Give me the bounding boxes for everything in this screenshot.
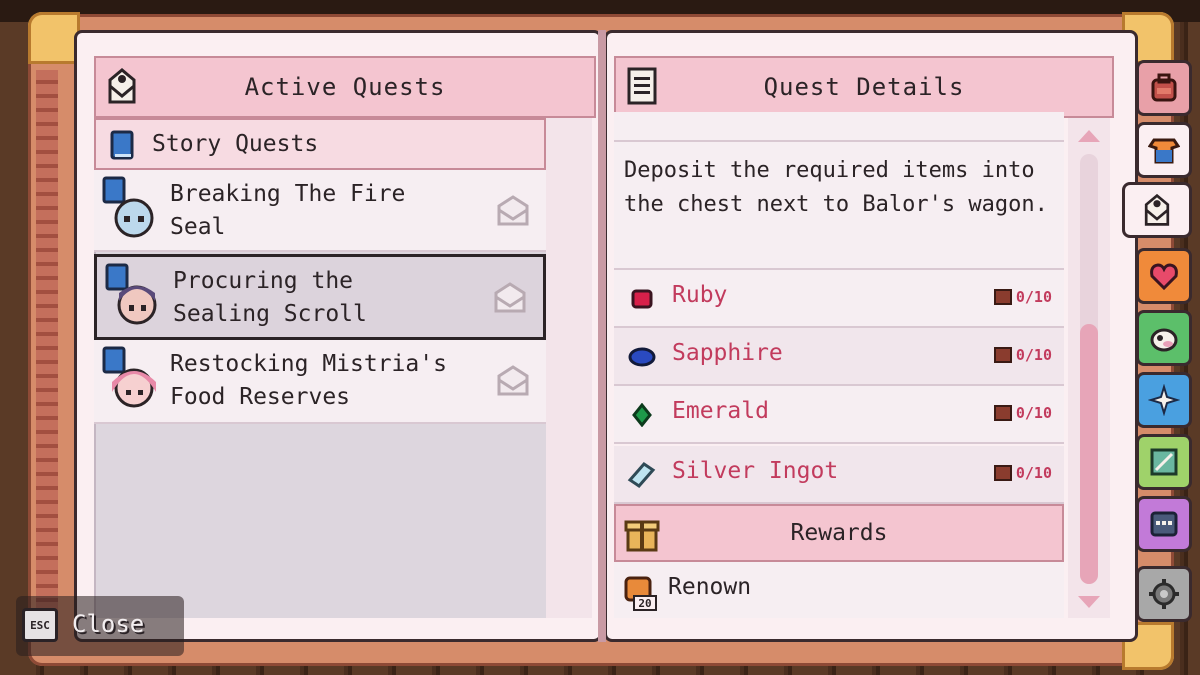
item-count-value: 0/10	[1015, 288, 1052, 306]
tab-relationships[interactable]	[1136, 248, 1192, 304]
quest-item-procuring-the-sealing-scroll[interactable]: Procuring the Sealing Scroll	[94, 254, 546, 340]
silver-ingot-icon	[627, 462, 656, 488]
close-label: Close	[72, 610, 145, 638]
scroll-down-arrow-icon[interactable]	[1078, 596, 1100, 608]
map-icon	[1150, 448, 1178, 476]
quest-title-line1: Procuring the	[173, 268, 354, 294]
item-name: Silver Ingot	[672, 458, 839, 484]
journal-icon	[1150, 511, 1178, 537]
document-icon	[627, 67, 657, 105]
item-name: Emerald	[672, 398, 769, 424]
details-scrollbar[interactable]	[1068, 118, 1110, 618]
quest-scroll-icon	[108, 68, 136, 104]
category-label: Story Quests	[152, 131, 319, 157]
menu-tabs	[1122, 56, 1198, 636]
quest-giver-avatar	[102, 346, 156, 408]
renown-icon: 20	[624, 576, 657, 611]
quest-list-scroll-area	[546, 118, 592, 618]
item-count: 0/10	[993, 464, 1052, 482]
rewards-title: Rewards	[790, 520, 888, 546]
quest-title-line2: Sealing Scroll	[173, 301, 367, 327]
active-quests-header: Active Quests	[94, 56, 596, 118]
book-spine	[598, 30, 606, 642]
chest-icon	[993, 405, 1012, 421]
item-count: 0/10	[993, 346, 1052, 364]
item-count: 0/10	[993, 404, 1052, 422]
quest-title-line2: Food Reserves	[170, 384, 351, 410]
quest-description: Deposit the required items into the ches…	[614, 142, 1064, 270]
esc-key-icon: ESC	[22, 608, 58, 642]
quest-details-title: Quest Details	[763, 73, 965, 101]
envelope-icon	[497, 365, 529, 396]
tab-skills[interactable]	[1136, 372, 1192, 428]
sapphire-icon	[628, 347, 656, 367]
envelope-icon	[497, 195, 529, 226]
quest-details-header: Quest Details	[614, 56, 1114, 118]
description-scrolled-edge	[614, 112, 1064, 142]
book-icon	[110, 130, 134, 160]
close-hint[interactable]: ESC Close	[16, 596, 184, 656]
settings-icon	[1149, 579, 1179, 609]
tab-animals[interactable]	[1136, 310, 1192, 366]
item-count-value: 0/10	[1015, 346, 1052, 364]
reward-renown: 20 Renown	[614, 562, 1064, 618]
ruby-icon	[631, 289, 653, 309]
scroll-up-arrow-icon[interactable]	[1078, 130, 1100, 142]
tab-settings[interactable]	[1136, 566, 1192, 622]
envelope-icon	[494, 282, 526, 313]
renown-amount: 20	[638, 597, 651, 610]
outfit-icon	[1148, 138, 1180, 164]
tab-map[interactable]	[1136, 434, 1192, 490]
chest-icon	[993, 347, 1012, 363]
quest-title-line1: Breaking The Fire	[170, 181, 406, 207]
heart-icon	[1150, 263, 1178, 291]
book-binding	[36, 70, 58, 630]
tab-journal[interactable]	[1136, 496, 1192, 552]
item-count-value: 0/10	[1015, 404, 1052, 422]
quest-item-restocking-mistrias-food-reserves[interactable]: Restocking Mistria's Food Reserves	[94, 340, 546, 424]
required-item-emerald: Emerald 0/10	[614, 386, 1064, 444]
tab-inventory[interactable]	[1136, 60, 1192, 116]
tab-quests[interactable]	[1122, 182, 1192, 238]
rewards-header: Rewards	[614, 504, 1064, 562]
tab-outfits[interactable]	[1136, 122, 1192, 178]
quest-icon	[1144, 193, 1170, 226]
item-count-value: 0/10	[1015, 464, 1052, 482]
quest-item-breaking-the-fire-seal[interactable]: Breaking The Fire Seal	[94, 170, 546, 252]
quest-title-line1: Restocking Mistria's	[170, 351, 447, 377]
required-item-silver-ingot: Silver Ingot 0/10	[614, 446, 1064, 504]
sparkle-icon	[1148, 384, 1180, 416]
quest-giver-avatar	[105, 263, 157, 325]
required-item-sapphire: Sapphire 0/10	[614, 328, 1064, 386]
quest-giver-avatar	[102, 176, 154, 238]
chest-icon	[993, 289, 1012, 305]
book-corner	[28, 12, 80, 64]
emerald-icon	[632, 403, 652, 427]
active-quests-title: Active Quests	[244, 73, 446, 101]
animal-icon	[1150, 328, 1178, 352]
scroll-thumb[interactable]	[1080, 324, 1098, 584]
story-quests-category[interactable]: Story Quests	[94, 118, 546, 170]
quest-title-line2: Seal	[170, 214, 226, 240]
chest-icon	[993, 465, 1012, 481]
backpack-icon	[1151, 73, 1177, 102]
item-name: Sapphire	[672, 340, 783, 366]
item-count: 0/10	[993, 288, 1052, 306]
reward-name: Renown	[668, 574, 752, 600]
gift-icon	[624, 520, 660, 552]
required-item-ruby: Ruby 0/10	[614, 270, 1064, 328]
item-name: Ruby	[672, 282, 728, 308]
